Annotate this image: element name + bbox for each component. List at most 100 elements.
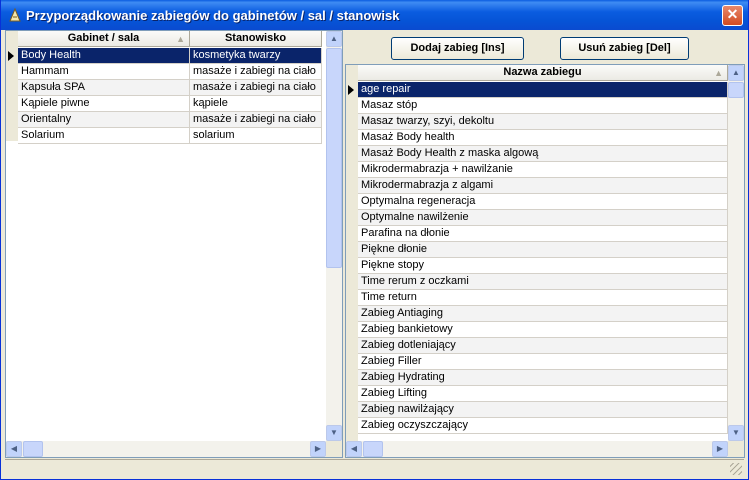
- treatments-grid-header: Nazwa zabiegu ▲: [358, 65, 728, 81]
- station-cell[interactable]: masaże i zabiegi na ciało: [190, 80, 322, 96]
- treatment-name-cell[interactable]: Parafina na dłonie: [358, 226, 728, 242]
- current-row-indicator-icon: [348, 85, 354, 95]
- table-row[interactable]: Parafina na dłonie: [358, 226, 728, 242]
- treatment-name-cell[interactable]: Zabieg oczyszczający: [358, 418, 728, 434]
- treatment-name-cell[interactable]: Masaz stóp: [358, 98, 728, 114]
- scroll-thumb[interactable]: [363, 441, 383, 457]
- scroll-left-icon[interactable]: ◀: [6, 441, 22, 457]
- add-treatment-button[interactable]: Dodaj zabieg [Ins]: [391, 37, 524, 60]
- scroll-up-icon[interactable]: ▲: [326, 31, 342, 47]
- table-row[interactable]: Hammam masaże i zabiegi na ciało: [18, 64, 322, 80]
- column-header-room[interactable]: Gabinet / sala ▲: [18, 31, 190, 47]
- close-button[interactable]: ✕: [722, 5, 743, 26]
- treatment-name-cell[interactable]: Masaz twarzy, szyi, dekoltu: [358, 114, 728, 130]
- treatment-name-cell[interactable]: Piękne stopy: [358, 258, 728, 274]
- station-cell[interactable]: kosmetyka twarzy: [190, 48, 322, 64]
- treatment-name-cell[interactable]: Zabieg Filler: [358, 354, 728, 370]
- scroll-down-icon[interactable]: ▼: [326, 425, 342, 441]
- scroll-up-icon[interactable]: ▲: [728, 65, 744, 81]
- rooms-grid-header: Gabinet / sala ▲ Stanowisko: [18, 31, 322, 47]
- treatment-name-cell[interactable]: age repair: [358, 82, 728, 98]
- table-row[interactable]: Time return: [358, 290, 728, 306]
- remove-treatment-button[interactable]: Usuń zabieg [Del]: [560, 37, 689, 60]
- treatment-name-cell[interactable]: Zabieg Lifting: [358, 386, 728, 402]
- treatment-name-cell[interactable]: Zabieg Hydrating: [358, 370, 728, 386]
- treatment-name-cell[interactable]: Zabieg bankietowy: [358, 322, 728, 338]
- scroll-right-icon[interactable]: ▶: [310, 441, 326, 457]
- treatment-name-cell[interactable]: Time rerum z oczkami: [358, 274, 728, 290]
- table-row[interactable]: Masaz stóp: [358, 98, 728, 114]
- table-row[interactable]: Mikrodermabrazja z algami: [358, 178, 728, 194]
- treatment-name-cell[interactable]: Zabieg Antiaging: [358, 306, 728, 322]
- app-icon: [9, 7, 21, 22]
- column-header-treatment-name-label: Nazwa zabiegu: [503, 66, 582, 78]
- treatment-name-cell[interactable]: Optymalne nawilżenie: [358, 210, 728, 226]
- table-row[interactable]: Zabieg Antiaging: [358, 306, 728, 322]
- column-header-station[interactable]: Stanowisko: [190, 31, 322, 47]
- station-cell[interactable]: masaże i zabiegi na ciało: [190, 64, 322, 80]
- table-row[interactable]: Zabieg nawilżający: [358, 402, 728, 418]
- title-bar[interactable]: Przyporządkowanie zabiegów do gabinetów …: [1, 0, 748, 30]
- scroll-thumb[interactable]: [23, 441, 43, 457]
- treatment-name-cell[interactable]: Piękne dłonie: [358, 242, 728, 258]
- treatment-name-cell[interactable]: Masaż Body Health z maska algową: [358, 146, 728, 162]
- scroll-right-icon[interactable]: ▶: [712, 441, 728, 457]
- treatment-name-cell[interactable]: Zabieg nawilżający: [358, 402, 728, 418]
- table-row[interactable]: Masaż Body health: [358, 130, 728, 146]
- table-row[interactable]: Zabieg Filler: [358, 354, 728, 370]
- table-row[interactable]: Optymalne nawilżenie: [358, 210, 728, 226]
- table-row[interactable]: Body Health kosmetyka twarzy: [18, 48, 322, 64]
- scroll-thumb[interactable]: [728, 82, 744, 98]
- room-cell[interactable]: Solarium: [18, 128, 190, 144]
- treatment-name-cell[interactable]: Zabieg dotleniający: [358, 338, 728, 354]
- treatment-name-cell[interactable]: Masaż Body health: [358, 130, 728, 146]
- room-cell[interactable]: Orientalny: [18, 112, 190, 128]
- column-header-treatment-name[interactable]: Nazwa zabiegu ▲: [358, 65, 728, 81]
- treatments-horizontal-scrollbar[interactable]: ◀ ▶: [346, 441, 728, 457]
- treatment-name-cell[interactable]: Mikrodermabrazja z algami: [358, 178, 728, 194]
- table-row[interactable]: Piękne dłonie: [358, 242, 728, 258]
- treatment-name-cell[interactable]: Mikrodermabrazja + nawilżanie: [358, 162, 728, 178]
- table-row[interactable]: Zabieg Lifting: [358, 386, 728, 402]
- rooms-horizontal-scrollbar[interactable]: ◀ ▶: [6, 441, 326, 457]
- scroll-down-icon[interactable]: ▼: [728, 425, 744, 441]
- table-row[interactable]: Mikrodermabrazja + nawilżanie: [358, 162, 728, 178]
- table-row[interactable]: age repair: [358, 82, 728, 98]
- table-row[interactable]: Zabieg oczyszczający: [358, 418, 728, 434]
- station-cell[interactable]: kąpiele: [190, 96, 322, 112]
- scroll-thumb[interactable]: [326, 48, 342, 268]
- resize-grip-icon[interactable]: [730, 463, 742, 475]
- table-row[interactable]: Time rerum z oczkami: [358, 274, 728, 290]
- current-row-indicator-icon: [8, 51, 14, 61]
- table-row[interactable]: Kapsuła SPA masaże i zabiegi na ciało: [18, 80, 322, 96]
- room-cell[interactable]: Kapsuła SPA: [18, 80, 190, 96]
- table-row[interactable]: Zabieg dotleniający: [358, 338, 728, 354]
- row-indicator-column: [346, 65, 358, 441]
- table-row[interactable]: Kąpiele piwne kąpiele: [18, 96, 322, 112]
- scroll-left-icon[interactable]: ◀: [346, 441, 362, 457]
- table-row[interactable]: Piękne stopy: [358, 258, 728, 274]
- room-cell[interactable]: Body Health: [18, 48, 190, 64]
- window-title: Przyporządkowanie zabiegów do gabinetów …: [26, 8, 400, 23]
- table-row[interactable]: Orientalny masaże i zabiegi na ciało: [18, 112, 322, 128]
- treatments-grid[interactable]: Nazwa zabiegu ▲ age repair Masaz stóp Masa…: [345, 64, 745, 458]
- table-row[interactable]: Masaz twarzy, szyi, dekoltu: [358, 114, 728, 130]
- table-row[interactable]: Masaż Body Health z maska algową: [358, 146, 728, 162]
- station-cell[interactable]: solarium: [190, 128, 322, 144]
- row-indicator-column: [6, 31, 18, 141]
- column-header-room-label: Gabinet / sala: [67, 32, 140, 44]
- treatments-vertical-scrollbar[interactable]: ▲ ▼: [728, 65, 744, 441]
- table-row[interactable]: Solarium solarium: [18, 128, 322, 144]
- table-row[interactable]: Optymalna regeneracja: [358, 194, 728, 210]
- station-cell[interactable]: masaże i zabiegi na ciało: [190, 112, 322, 128]
- room-cell[interactable]: Kąpiele piwne: [18, 96, 190, 112]
- scroll-corner: [728, 441, 744, 457]
- treatment-name-cell[interactable]: Optymalna regeneracja: [358, 194, 728, 210]
- status-bar: [5, 459, 744, 477]
- table-row[interactable]: Zabieg Hydrating: [358, 370, 728, 386]
- rooms-vertical-scrollbar[interactable]: ▲ ▼: [326, 31, 342, 441]
- table-row[interactable]: Zabieg bankietowy: [358, 322, 728, 338]
- treatment-name-cell[interactable]: Time return: [358, 290, 728, 306]
- room-cell[interactable]: Hammam: [18, 64, 190, 80]
- rooms-grid[interactable]: Gabinet / sala ▲ Stanowisko Body Health k…: [5, 30, 343, 458]
